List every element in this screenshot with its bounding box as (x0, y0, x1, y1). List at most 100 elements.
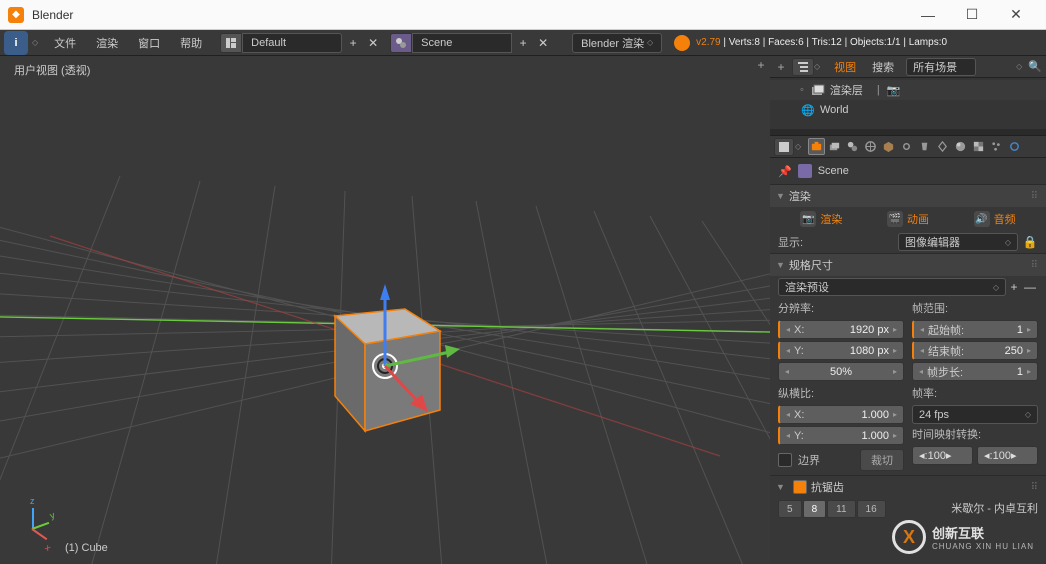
blender-logo-icon (674, 35, 690, 51)
outliner-filter-select[interactable]: 所有场景 (906, 58, 976, 76)
outliner-search-menu[interactable]: 搜索 (864, 59, 902, 75)
aspect-label: 纵横比: (778, 385, 904, 401)
properties-panel: ◇ 📌 Scene (770, 136, 1046, 564)
animation-button[interactable]: 🎬动画 (887, 211, 929, 227)
viewport-canvas[interactable] (0, 56, 770, 564)
drag-handle-icon[interactable]: ⠿ (1031, 482, 1040, 493)
aa-sample-8[interactable]: 8 (803, 500, 827, 518)
frame-step-field[interactable]: ◂帧步长:1▸ (912, 362, 1038, 381)
tab-physics[interactable] (1006, 138, 1023, 155)
render-engine-select[interactable]: Blender 渲染◇ (572, 33, 662, 53)
scene-context-icon (798, 164, 812, 178)
editor-type-dropdown-icon[interactable]: ◇ (32, 38, 38, 47)
scene-remove-button[interactable]: ✕ (534, 33, 552, 53)
preset-add-button[interactable]: + (1006, 278, 1022, 296)
outliner-panel: + ◇ 视图 搜索 所有场景 ◇ 🔍 ◦ 渲染层 (770, 56, 1046, 136)
maximize-button[interactable]: ☐ (950, 1, 994, 29)
properties-tabs: ◇ (770, 136, 1046, 158)
outliner-type-dropdown[interactable]: ◇ (814, 62, 820, 71)
tab-material[interactable] (952, 138, 969, 155)
tab-texture[interactable] (970, 138, 987, 155)
properties-editor-icon[interactable] (774, 138, 794, 156)
tab-scene[interactable] (844, 138, 861, 155)
layout-remove-button[interactable]: ✕ (364, 33, 382, 53)
outliner-filter-dropdown[interactable]: ◇ (1016, 62, 1022, 71)
scene-select[interactable]: Scene (412, 33, 512, 53)
aa-sample-11[interactable]: 11 (827, 500, 855, 518)
tab-modifiers[interactable] (916, 138, 933, 155)
screen-layout-select[interactable]: Default (242, 33, 342, 53)
display-mode-select[interactable]: 图像编辑器◇ (898, 233, 1018, 251)
info-header: i ◇ 文件 渲染 窗口 帮助 Default + ✕ Scene + ✕ Bl… (0, 30, 1046, 56)
resolution-percentage-field[interactable]: ◂50%▸ (778, 362, 904, 381)
audio-button[interactable]: 🔊音频 (974, 211, 1016, 227)
menu-file[interactable]: 文件 (44, 30, 86, 55)
pin-icon[interactable]: 📌 (778, 165, 792, 178)
minimize-button[interactable]: — (906, 1, 950, 29)
outliner-scrollbar[interactable] (770, 129, 1046, 135)
tab-particles[interactable] (988, 138, 1005, 155)
clapboard-icon: 🎬 (887, 211, 903, 227)
axis-widget (18, 504, 58, 544)
layout-add-button[interactable]: + (344, 33, 362, 53)
outliner-editor-icon[interactable] (792, 58, 814, 76)
aa-sample-16[interactable]: 16 (857, 500, 886, 518)
menu-window[interactable]: 窗口 (128, 30, 170, 55)
menu-render[interactable]: 渲染 (86, 30, 128, 55)
panel-header-dimensions[interactable]: ▼ 规格尺寸 ⠿ (770, 254, 1046, 276)
title-bar: ◆ Blender — ☐ ✕ (0, 0, 1046, 30)
tab-render[interactable] (808, 138, 825, 155)
active-object-label: (1) Cube (65, 542, 108, 554)
border-checkbox[interactable] (778, 453, 792, 467)
properties-breadcrumb: Scene (818, 165, 849, 177)
lock-icon[interactable]: 🔒 (1022, 233, 1038, 251)
outliner-split-corner[interactable]: + (774, 60, 788, 74)
blender-icon: ◆ (8, 7, 24, 23)
window-title: Blender (32, 8, 906, 22)
tab-world[interactable] (862, 138, 879, 155)
search-icon[interactable]: 🔍 (1028, 60, 1042, 73)
scene-stats: v2.79 | Verts:8 | Faces:6 | Tris:12 | Ob… (690, 37, 947, 48)
outliner-item-world[interactable]: 🌐 World (770, 100, 1046, 120)
resolution-label: 分辨率: (778, 300, 904, 316)
preset-remove-button[interactable]: — (1022, 278, 1038, 296)
aa-sample-5[interactable]: 5 (778, 500, 802, 518)
camera-icon[interactable]: 📷 (886, 82, 902, 98)
prop-type-dropdown[interactable]: ◇ (795, 142, 801, 151)
3d-viewport[interactable]: 用户视图 (透视) + (0, 56, 770, 564)
renderlayer-icon (810, 82, 826, 98)
render-preset-select[interactable]: 渲染预设◇ (778, 278, 1006, 296)
crop-button[interactable]: 裁切 (860, 449, 904, 471)
time-remap-label: 时间映射转换: (912, 426, 1038, 442)
tab-render-layers[interactable] (826, 138, 843, 155)
resolution-y-field[interactable]: ◂Y:1080 px▸ (778, 341, 904, 360)
panel-header-render[interactable]: ▼ 渲染 ⠿ (770, 185, 1046, 207)
drag-handle-icon[interactable]: ⠿ (1031, 191, 1040, 202)
fps-select[interactable]: 24 fps◇ (912, 405, 1038, 424)
panel-header-antialias[interactable]: ▼ 抗锯齿 ⠿ (770, 476, 1046, 498)
antialias-checkbox[interactable] (793, 480, 807, 494)
screen-layout-icon[interactable] (220, 33, 242, 53)
info-editor-icon[interactable]: i (4, 31, 28, 55)
remap-old-field[interactable]: ◂:100▸ (912, 446, 973, 465)
speaker-icon: 🔊 (974, 211, 990, 227)
resolution-x-field[interactable]: ◂X:1920 px▸ (778, 320, 904, 339)
close-button[interactable]: ✕ (994, 1, 1038, 29)
aspect-y-field[interactable]: ◂Y:1.000▸ (778, 426, 904, 445)
outliner-view-menu[interactable]: 视图 (826, 59, 864, 75)
outliner-item-renderlayers[interactable]: ◦ 渲染层 | 📷 (770, 80, 1046, 100)
aspect-x-field[interactable]: ◂X:1.000▸ (778, 405, 904, 424)
remap-new-field[interactable]: ◂:100▸ (977, 446, 1038, 465)
viewport-split-corner[interactable]: + (754, 58, 768, 72)
drag-handle-icon[interactable]: ⠿ (1031, 260, 1040, 271)
frame-start-field[interactable]: ◂起始帧:1▸ (912, 320, 1038, 339)
tab-object[interactable] (880, 138, 897, 155)
scene-add-button[interactable]: + (514, 33, 532, 53)
tab-constraints[interactable] (898, 138, 915, 155)
menu-help[interactable]: 帮助 (170, 30, 212, 55)
render-button[interactable]: 📷渲染 (800, 211, 842, 227)
frame-end-field[interactable]: ◂结束帧:250▸ (912, 341, 1038, 360)
camera-icon: 📷 (800, 211, 816, 227)
tab-data[interactable] (934, 138, 951, 155)
scene-browse-icon[interactable] (390, 33, 412, 53)
